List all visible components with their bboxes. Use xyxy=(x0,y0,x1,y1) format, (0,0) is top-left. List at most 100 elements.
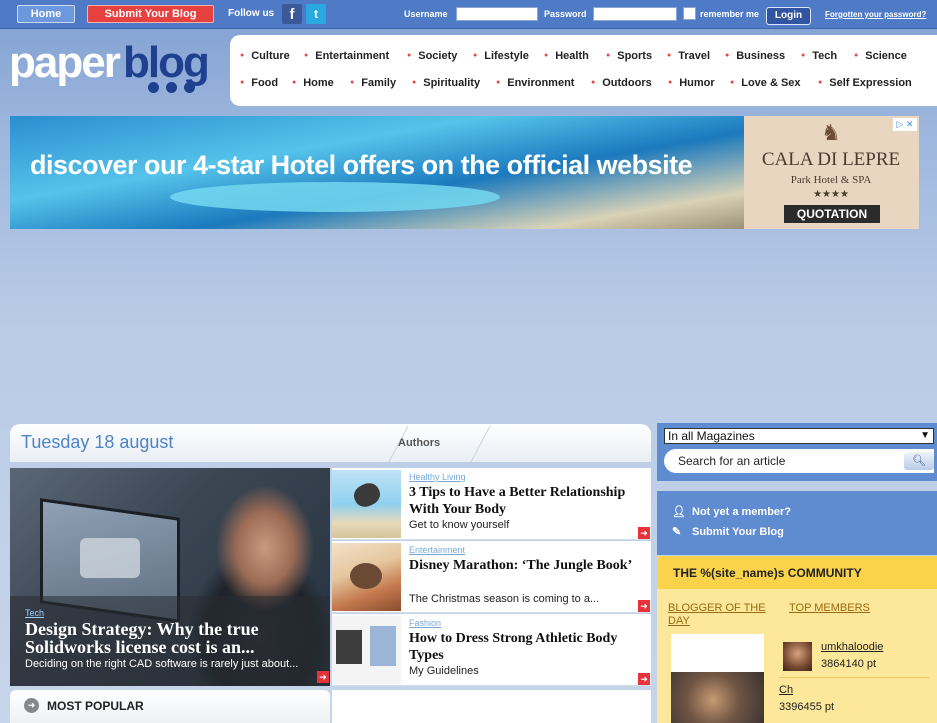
password-input[interactable] xyxy=(593,7,677,21)
ad-pool-shape xyxy=(170,182,500,212)
tab-authors[interactable]: Authors xyxy=(398,437,440,449)
submit-blog-button[interactable]: Submit Your Blog xyxy=(87,5,214,23)
featured-arrow-icon[interactable]: ➜ xyxy=(317,671,329,683)
article-description: The Christmas season is coming to a... xyxy=(409,593,600,605)
member-points: 3396455 pt xyxy=(779,701,835,713)
featured-article[interactable]: Tech Design Strategy: Why the true Solid… xyxy=(10,468,330,686)
article-item[interactable]: Entertainment Disney Marathon: ‘The Jung… xyxy=(332,541,651,613)
tab-divider xyxy=(470,426,491,462)
category-humor[interactable]: Humor xyxy=(668,77,714,89)
article-description: Get to know yourself xyxy=(409,519,510,531)
member-points: 3864140 pt xyxy=(821,658,877,670)
logo-dot xyxy=(166,82,177,93)
ad-hotel-panel: ♞ CALA DI LEPRE Park Hotel & SPA ★★★★ QU… xyxy=(744,116,919,229)
article-category-link[interactable]: Fashion xyxy=(409,618,441,628)
remember-me-label: remember me xyxy=(700,9,760,19)
category-science[interactable]: Science xyxy=(854,50,907,62)
username-label: Username xyxy=(404,9,448,19)
featured-title[interactable]: Design Strategy: Why the true Solidworks… xyxy=(25,620,315,656)
not-member-link[interactable]: 👤︎ Not yet a member? xyxy=(672,505,791,518)
category-business[interactable]: Business xyxy=(725,50,785,62)
article-title[interactable]: Disney Marathon: ‘The Jungle Book’ xyxy=(409,557,645,574)
article-item[interactable]: Fashion How to Dress Strong Athletic Bod… xyxy=(332,614,651,686)
shirt-shape xyxy=(370,626,396,666)
article-thumbnail[interactable] xyxy=(332,470,401,538)
article-description: My Guidelines xyxy=(409,665,479,677)
forgot-password-link[interactable]: Forgotten your password? xyxy=(825,10,926,19)
category-travel[interactable]: Travel xyxy=(667,50,710,62)
facebook-icon[interactable]: f xyxy=(282,4,302,24)
article-arrow-icon[interactable]: ➜ xyxy=(638,600,650,612)
article-title[interactable]: 3 Tips to Have a Better Relationship Wit… xyxy=(409,484,645,518)
submit-blog-label: Submit Your Blog xyxy=(692,526,784,538)
cartoon-character-shape xyxy=(350,563,382,589)
logo-text-paper: paper xyxy=(9,38,121,87)
member-name-link[interactable]: umkhaloodie xyxy=(821,641,883,653)
current-date: Tuesday 18 august xyxy=(21,432,174,452)
article-thumbnail[interactable] xyxy=(332,616,401,684)
username-input[interactable] xyxy=(456,7,538,21)
article-thumbnail[interactable] xyxy=(332,543,401,611)
category-family[interactable]: Family xyxy=(350,77,396,89)
category-food[interactable]: Food xyxy=(240,77,278,89)
ad-hotel-name: CALA DI LEPRE xyxy=(761,149,901,170)
article-category-link[interactable]: Entertainment xyxy=(409,545,465,555)
category-entertainment[interactable]: Entertainment xyxy=(304,50,389,62)
article-arrow-icon[interactable]: ➜ xyxy=(638,673,650,685)
arrow-right-icon: ➜ xyxy=(24,698,39,713)
member-name-link[interactable]: Ch xyxy=(779,684,793,696)
remember-me-checkbox[interactable] xyxy=(683,7,696,20)
user-icon: 👤︎ xyxy=(672,506,686,518)
category-self-expression[interactable]: Self Expression xyxy=(818,77,912,89)
category-lifestyle[interactable]: Lifestyle xyxy=(473,50,529,62)
ad-quotation-button[interactable]: QUOTATION xyxy=(784,205,880,223)
category-love-sex[interactable]: Love & Sex xyxy=(730,77,800,89)
category-home[interactable]: Home xyxy=(292,77,334,89)
top-members-link[interactable]: TOP MEMBERS xyxy=(789,602,870,614)
category-environment[interactable]: Environment xyxy=(496,77,574,89)
ad-banner[interactable]: discover our 4-star Hotel offers on the … xyxy=(10,116,919,229)
hare-emblem-icon: ♞ xyxy=(821,120,841,145)
article-item[interactable]: Healthy Living 3 Tips to Have a Better R… xyxy=(332,468,651,540)
blogger-of-the-day-link[interactable]: BLOGGER OF THE DAY xyxy=(668,602,778,628)
avatar[interactable] xyxy=(783,642,812,671)
article-title[interactable]: How to Dress Strong Athletic Body Types xyxy=(409,630,645,664)
ad-star-rating: ★★★★ xyxy=(813,189,849,200)
search-placeholder: Search for an article xyxy=(678,454,786,468)
magazine-select[interactable]: In all Magazines ▼ xyxy=(664,428,934,444)
category-sports[interactable]: Sports xyxy=(606,50,652,62)
submit-blog-link[interactable]: ✎ Submit Your Blog xyxy=(672,525,784,538)
paperblog-logo[interactable]: paper blog xyxy=(9,38,219,102)
follow-us-label: Follow us xyxy=(228,8,275,19)
pencil-icon: ✎ xyxy=(672,526,682,538)
community-panel: THE %(site_name)s COMMUNITY BLOGGER OF T… xyxy=(657,556,937,723)
category-culture[interactable]: Culture xyxy=(240,50,290,62)
featured-category-link[interactable]: Tech xyxy=(25,608,44,618)
category-health[interactable]: Health xyxy=(544,50,589,62)
article-category-link[interactable]: Healthy Living xyxy=(409,472,466,482)
login-button[interactable]: Login xyxy=(766,7,811,25)
ad-choices-icon[interactable]: ▷ ✕ xyxy=(893,118,917,131)
category-outdoors[interactable]: Outdoors xyxy=(591,77,652,89)
logo-text-blog: blog xyxy=(123,38,210,87)
article-arrow-icon[interactable]: ➜ xyxy=(638,527,650,539)
category-tech[interactable]: Tech xyxy=(801,50,837,62)
cad-part-shape xyxy=(80,538,140,578)
twitter-icon[interactable]: t xyxy=(306,4,326,24)
blogger-of-the-day-image[interactable] xyxy=(671,634,764,723)
magazine-select-value: In all Magazines xyxy=(668,429,755,443)
category-spirituality[interactable]: Spirituality xyxy=(412,77,480,89)
jumping-person-shape xyxy=(350,479,384,511)
category-society[interactable]: Society xyxy=(407,50,457,62)
search-input[interactable]: Search for an article 🔍︎ xyxy=(664,449,934,473)
home-button[interactable]: Home xyxy=(17,5,75,23)
date-header: Tuesday 18 august Authors xyxy=(10,424,651,462)
category-nav: Culture Entertainment Society Lifestyle … xyxy=(230,35,937,106)
community-title: THE %(site_name)s COMMUNITY xyxy=(673,566,862,580)
most-popular-header[interactable]: ➜ MOST POPULAR xyxy=(10,690,330,723)
ad-headline: discover our 4-star Hotel offers on the … xyxy=(30,150,693,180)
password-label: Password xyxy=(544,9,587,19)
popular-right-panel xyxy=(332,690,651,723)
search-button[interactable]: 🔍︎ xyxy=(904,452,934,470)
blogger-photo xyxy=(671,672,764,723)
